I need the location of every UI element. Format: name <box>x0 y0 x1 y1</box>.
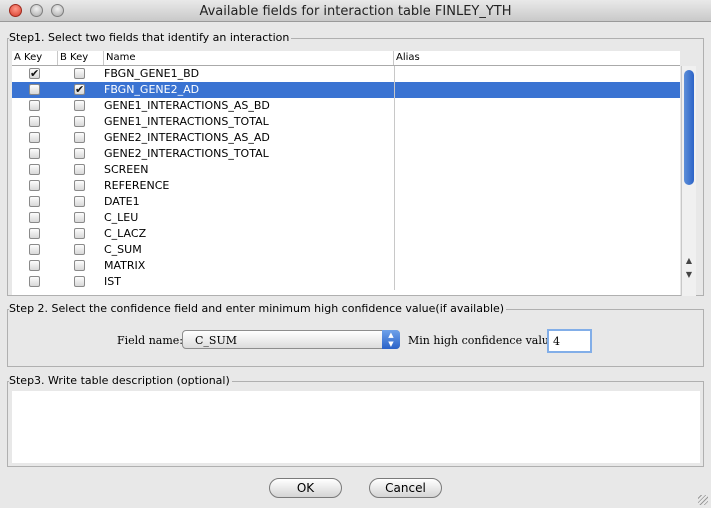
a-key-checkbox[interactable] <box>29 244 40 255</box>
a-key-checkbox[interactable] <box>29 180 40 191</box>
field-name-cell: C_SUM <box>104 243 142 256</box>
table-row[interactable]: DATE1 <box>12 194 680 210</box>
a-key-checkbox[interactable] <box>29 116 40 127</box>
field-name-cell: GENE2_INTERACTIONS_AS_AD <box>104 131 270 144</box>
b-key-checkbox[interactable] <box>74 228 85 239</box>
arrow-up-icon[interactable]: ▲ <box>684 256 694 266</box>
column-header-akey[interactable]: A Key <box>12 51 58 65</box>
step2-legend: Step 2. Select the confidence field and … <box>9 302 507 315</box>
a-key-checkbox[interactable] <box>29 228 40 239</box>
fields-table: A Key B Key Name Alias ✔ FBGN_GENE1_BD ✔ FB… <box>12 51 680 295</box>
field-name-cell: GENE1_INTERACTIONS_TOTAL <box>104 115 269 128</box>
b-key-checkbox[interactable] <box>74 100 85 111</box>
alias-cell[interactable] <box>394 114 395 130</box>
confidence-field-select[interactable]: C_SUM ▲ ▼ <box>182 330 400 349</box>
table-scrollbar[interactable]: ▲ ▼ <box>681 66 696 296</box>
b-key-checkbox[interactable] <box>74 196 85 207</box>
chevron-updown-icon[interactable]: ▲ ▼ <box>382 330 400 349</box>
alias-cell[interactable] <box>394 274 395 290</box>
b-key-checkbox[interactable] <box>74 276 85 287</box>
table-row[interactable]: ✔ FBGN_GENE2_AD <box>12 82 680 98</box>
b-key-checkbox[interactable] <box>74 116 85 127</box>
field-name-cell: IST <box>104 275 121 288</box>
alias-cell[interactable] <box>394 66 395 82</box>
table-row[interactable]: C_SUM <box>12 242 680 258</box>
b-key-checkbox[interactable] <box>74 244 85 255</box>
table-row[interactable]: IST <box>12 274 680 290</box>
b-key-checkbox[interactable] <box>74 164 85 175</box>
resize-grip-icon[interactable] <box>698 495 708 505</box>
b-key-checkbox[interactable] <box>74 148 85 159</box>
step1-legend: Step1. Select two fields that identify a… <box>9 31 292 44</box>
b-key-checkbox[interactable]: ✔ <box>74 84 85 95</box>
field-name-cell: FBGN_GENE1_BD <box>104 67 200 80</box>
table-row[interactable]: C_LACZ <box>12 226 680 242</box>
b-key-checkbox[interactable] <box>74 260 85 271</box>
b-key-checkbox[interactable] <box>74 212 85 223</box>
b-key-checkbox[interactable] <box>74 68 85 79</box>
column-header-name[interactable]: Name <box>104 51 394 65</box>
field-name-cell: GENE2_INTERACTIONS_TOTAL <box>104 147 269 160</box>
table-row[interactable]: GENE1_INTERACTIONS_TOTAL <box>12 114 680 130</box>
table-row[interactable]: REFERENCE <box>12 178 680 194</box>
field-name-cell: C_LACZ <box>104 227 147 240</box>
a-key-checkbox[interactable] <box>29 100 40 111</box>
title-bar: Available fields for interaction table F… <box>0 0 711 22</box>
table-row[interactable]: GENE1_INTERACTIONS_AS_BD <box>12 98 680 114</box>
column-header-bkey[interactable]: B Key <box>58 51 104 65</box>
field-name-cell: SCREEN <box>104 163 149 176</box>
b-key-checkbox[interactable] <box>74 132 85 143</box>
cancel-button[interactable]: Cancel <box>369 478 442 498</box>
ok-button[interactable]: OK <box>269 478 342 498</box>
table-header: A Key B Key Name Alias <box>12 51 680 66</box>
field-name-cell: DATE1 <box>104 195 140 208</box>
min-confidence-label: Min high confidence value: <box>408 334 560 347</box>
a-key-checkbox[interactable] <box>29 212 40 223</box>
table-row[interactable]: ✔ FBGN_GENE1_BD <box>12 66 680 82</box>
alias-cell[interactable] <box>394 146 395 162</box>
a-key-checkbox[interactable] <box>29 132 40 143</box>
window-title: Available fields for interaction table F… <box>199 4 512 19</box>
alias-cell[interactable] <box>394 178 395 194</box>
field-name-cell: FBGN_GENE2_AD <box>104 83 200 96</box>
a-key-checkbox[interactable] <box>29 84 40 95</box>
scrollbar-thumb[interactable] <box>684 70 694 185</box>
field-name-cell: C_LEU <box>104 211 139 224</box>
alias-cell[interactable] <box>394 98 395 114</box>
table-row[interactable]: MATRIX <box>12 258 680 274</box>
alias-cell[interactable] <box>394 210 395 226</box>
a-key-checkbox[interactable]: ✔ <box>29 68 40 79</box>
a-key-checkbox[interactable] <box>29 164 40 175</box>
step3-legend: Step3. Write table description (optional… <box>9 374 232 387</box>
b-key-checkbox[interactable] <box>74 180 85 191</box>
table-body: ✔ FBGN_GENE1_BD ✔ FBGN_GENE2_AD GENE1_INTERA… <box>12 66 680 290</box>
field-name-cell: GENE1_INTERACTIONS_AS_BD <box>104 99 270 112</box>
alias-cell[interactable] <box>394 226 395 242</box>
a-key-checkbox[interactable] <box>29 148 40 159</box>
table-row[interactable]: GENE2_INTERACTIONS_AS_AD <box>12 130 680 146</box>
field-name-label: Field name: <box>117 334 184 347</box>
a-key-checkbox[interactable] <box>29 260 40 271</box>
arrow-down-icon[interactable]: ▼ <box>684 270 694 280</box>
a-key-checkbox[interactable] <box>29 196 40 207</box>
table-row[interactable]: C_LEU <box>12 210 680 226</box>
column-header-alias[interactable]: Alias <box>394 51 680 65</box>
alias-cell[interactable] <box>394 162 395 178</box>
field-name-cell: REFERENCE <box>104 179 170 192</box>
min-confidence-input[interactable]: 4 <box>547 329 592 353</box>
a-key-checkbox[interactable] <box>29 276 40 287</box>
table-row[interactable]: SCREEN <box>12 162 680 178</box>
alias-cell[interactable] <box>394 82 395 98</box>
table-description-textarea[interactable] <box>12 391 700 463</box>
table-row[interactable]: GENE2_INTERACTIONS_TOTAL <box>12 146 680 162</box>
alias-cell[interactable] <box>394 258 395 274</box>
alias-cell[interactable] <box>394 242 395 258</box>
field-name-cell: MATRIX <box>104 259 146 272</box>
alias-cell[interactable] <box>394 130 395 146</box>
confidence-field-value: C_SUM <box>195 334 237 347</box>
alias-cell[interactable] <box>394 194 395 210</box>
